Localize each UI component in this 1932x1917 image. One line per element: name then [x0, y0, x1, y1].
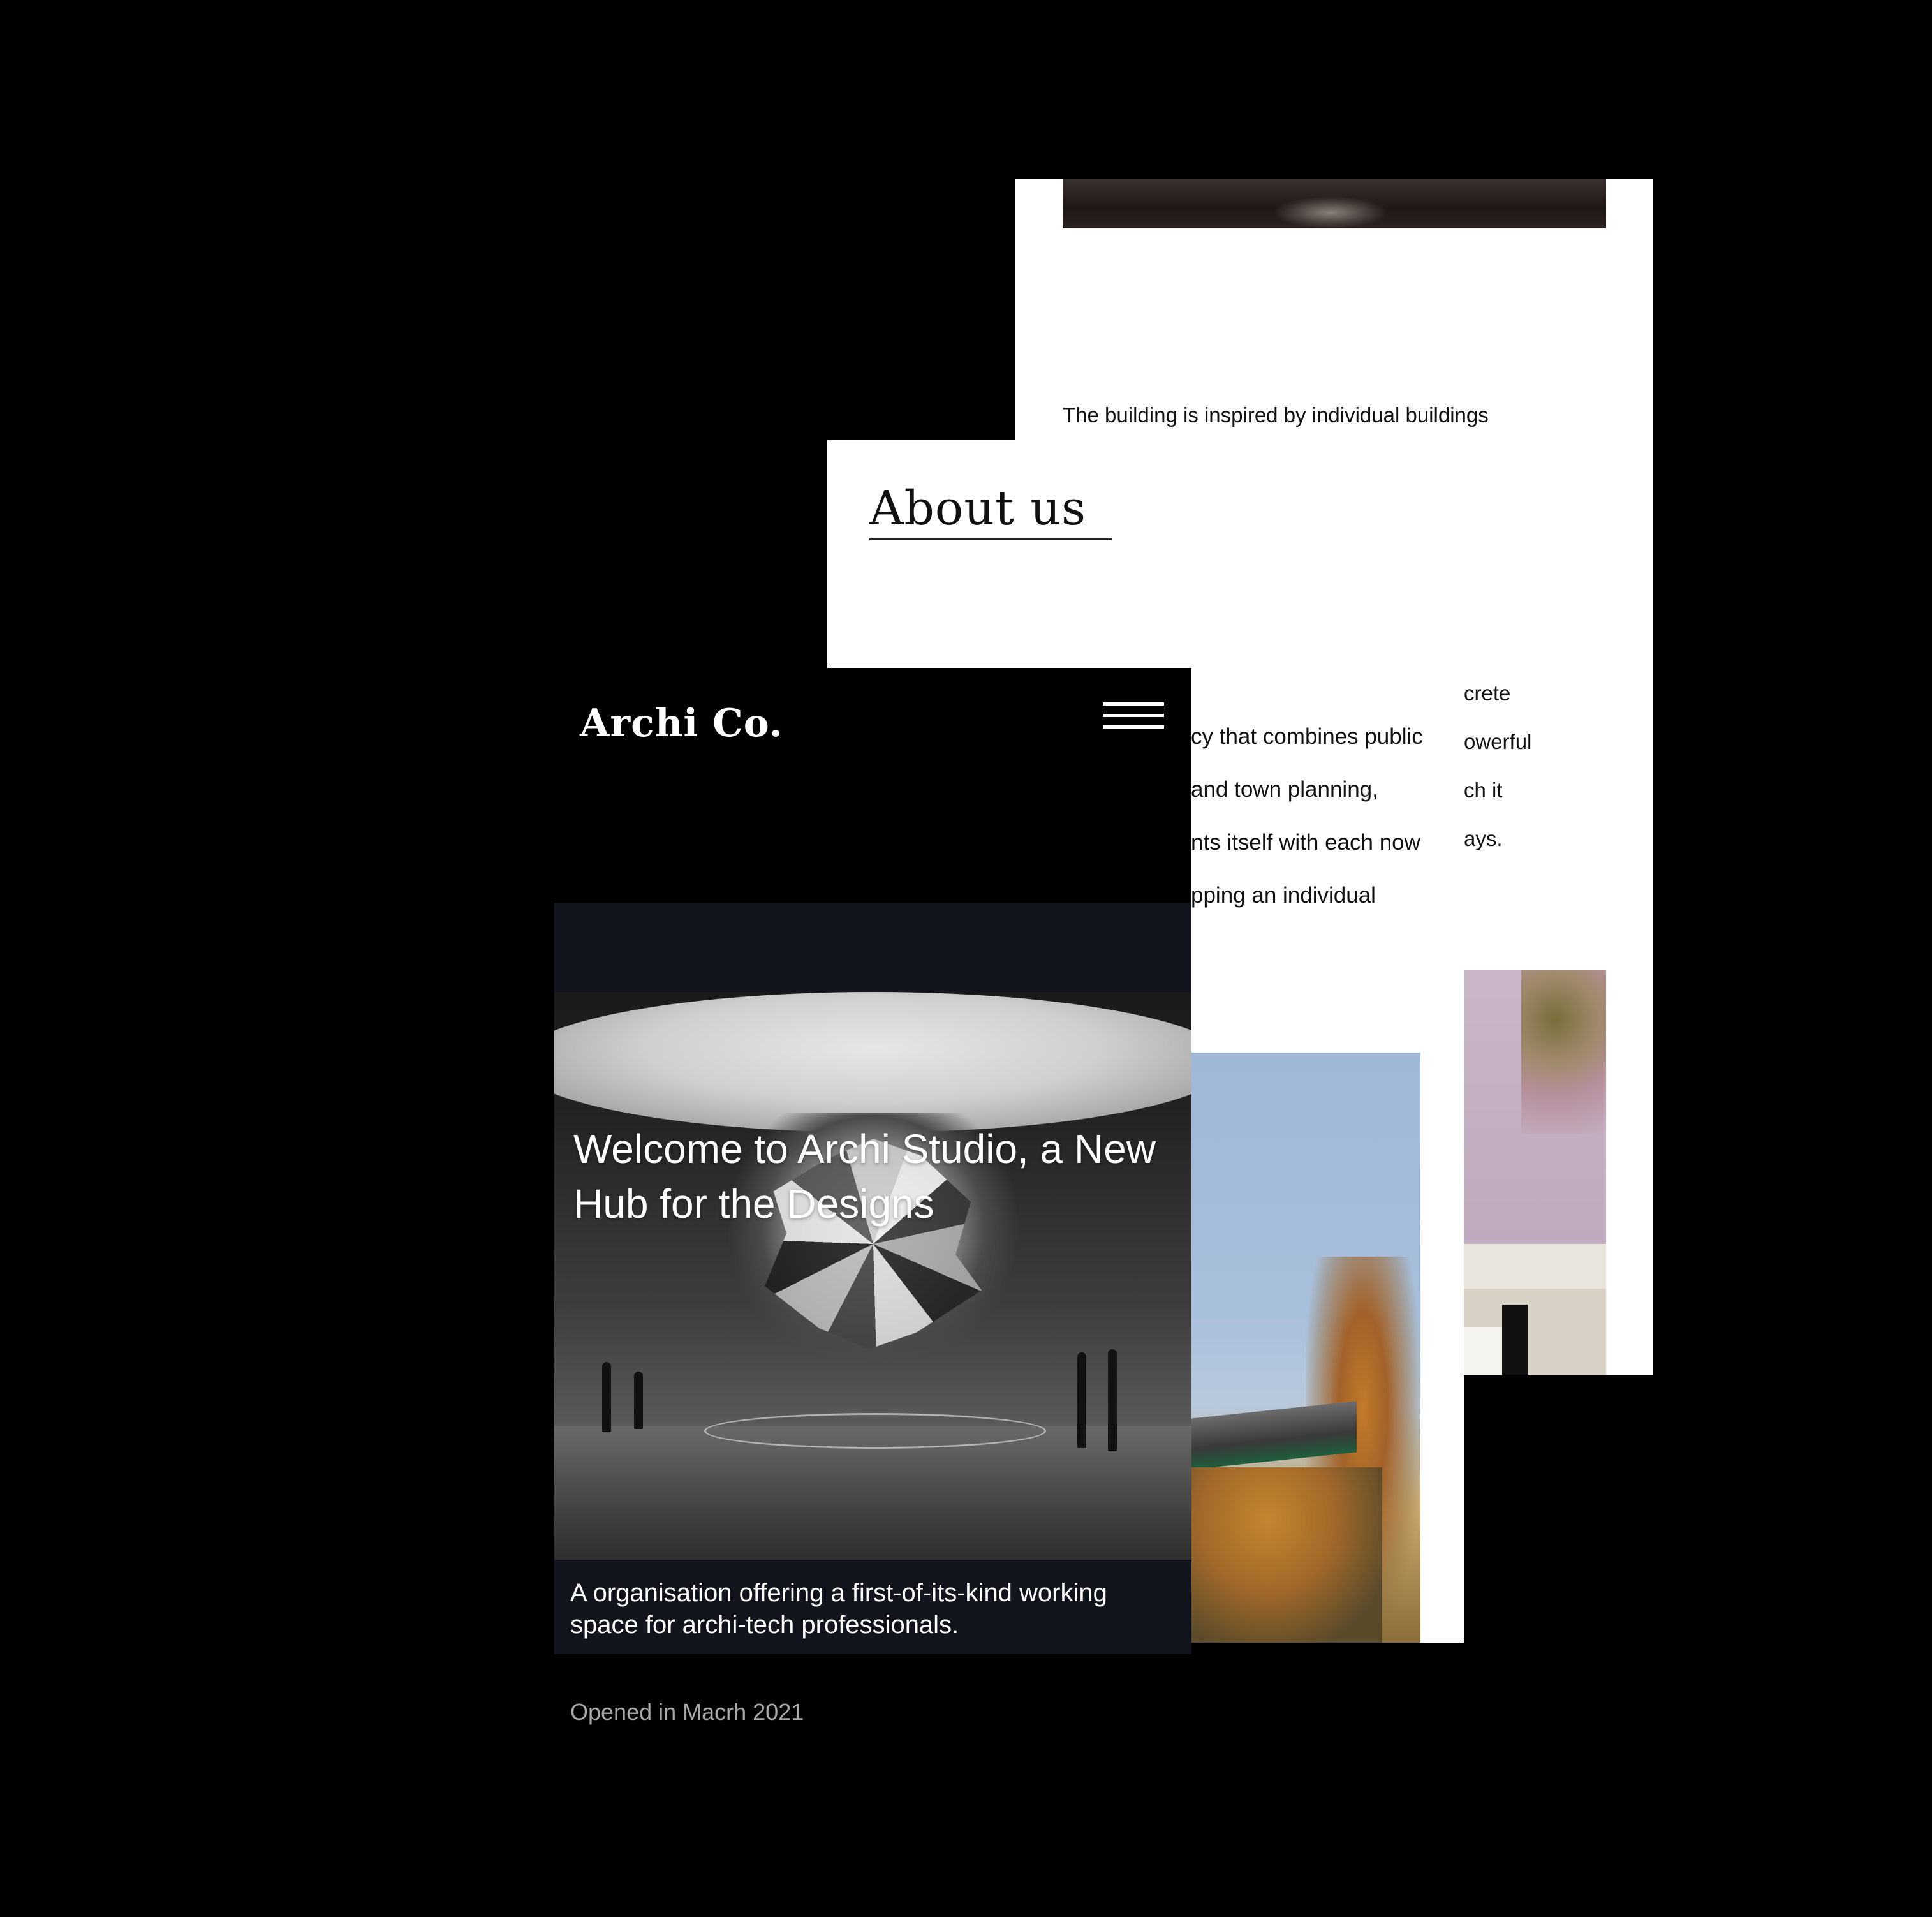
heading-underline [869, 538, 1112, 540]
top-photo [1063, 179, 1606, 228]
hamburger-menu-icon[interactable] [1103, 701, 1164, 732]
site-logo[interactable]: Archi Co. [580, 701, 783, 746]
hero-title: Welcome to Archi Studio, a New Hub for t… [573, 1125, 1156, 1227]
about-text-line: nts itself with each now [1191, 830, 1420, 855]
about-text-line: cy that combines public [1191, 724, 1423, 749]
about-text-line: and town planning, [1191, 777, 1378, 802]
about-text-line: pping an individual [1191, 883, 1376, 908]
hero-subtitle: A organisation offering a first-of-its-k… [570, 1579, 1107, 1639]
back-text-line: ays. [1464, 827, 1503, 850]
painting-photo [1464, 970, 1606, 1375]
back-text-line: crete [1464, 681, 1511, 705]
back-text-line: owerful [1464, 730, 1532, 753]
opened-date: Opened in Macrh 2021 [570, 1699, 804, 1725]
about-paragraph: cy that combines public and town plannin… [1191, 723, 1459, 935]
mockup-page-home: Archi Co. Welcome to Archi Studio, a New… [554, 668, 1191, 1917]
hero-section: Welcome to Archi Studio, a New Hub for t… [554, 903, 1191, 1654]
back-text-line: ch it [1464, 778, 1503, 802]
temple-photo [1191, 1053, 1420, 1643]
about-heading: About us [869, 481, 1086, 536]
building-caption: The building is inspired by individual b… [1063, 403, 1489, 427]
back-text-column: crete owerful ch it ays. [1464, 681, 1531, 875]
